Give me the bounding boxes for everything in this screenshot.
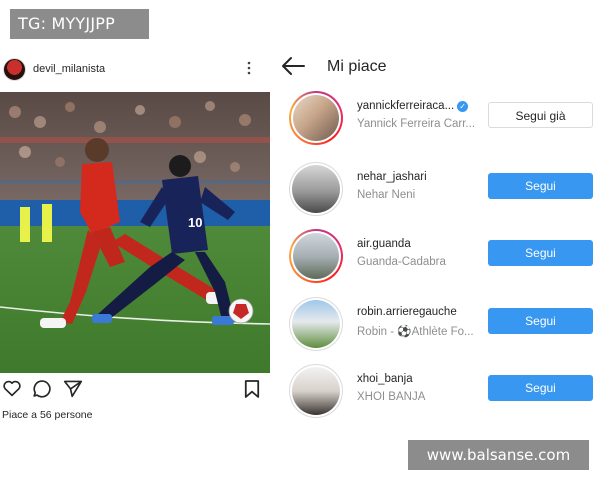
full-name: Nehar Neni (357, 189, 416, 201)
back-arrow-icon[interactable] (280, 56, 306, 81)
username[interactable]: air.guanda (357, 238, 411, 250)
verified-badge-icon: ✓ (457, 101, 469, 112)
list-item[interactable]: nehar_jashari Nehar Neni Segui (276, 162, 600, 222)
post-username[interactable]: devil_milanista (33, 63, 105, 75)
share-icon[interactable] (63, 379, 83, 403)
following-button[interactable]: Segui già (488, 102, 593, 128)
heart-icon[interactable] (2, 379, 22, 402)
full-name: XHOI BANJA (357, 391, 426, 403)
full-name: Robin - ⚽Athlète Fo... (357, 326, 474, 338)
comment-icon[interactable] (32, 379, 52, 403)
username[interactable]: nehar_jashari (357, 171, 427, 183)
avatar[interactable] (3, 58, 26, 81)
follow-button[interactable]: Segui (488, 308, 593, 334)
follow-button[interactable]: Segui (488, 240, 593, 266)
username[interactable]: xhoi_banja (357, 373, 413, 385)
svg-text:10: 10 (188, 215, 202, 230)
bookmark-icon[interactable] (244, 379, 260, 404)
avatar[interactable] (289, 297, 343, 351)
username[interactable]: yannickferreiraca... ✓ (357, 100, 469, 112)
full-name: Yannick Ferreira Carr... (357, 118, 476, 130)
post-header: devil_milanista (0, 52, 270, 90)
avatar[interactable] (289, 162, 343, 216)
post-actions (0, 377, 270, 403)
page-title: Mi piace (327, 58, 387, 75)
list-item[interactable]: air.guanda Guanda-Cadabra Segui (276, 229, 600, 289)
likes-panel: Mi piace yannickferreiraca... ✓ Yannick F… (276, 52, 600, 432)
list-item[interactable]: xhoi_banja XHOI BANJA Segui (276, 364, 600, 424)
follow-button[interactable]: Segui (488, 173, 593, 199)
avatar[interactable] (289, 229, 343, 283)
more-vertical-icon[interactable] (247, 61, 251, 77)
follow-button[interactable]: Segui (488, 375, 593, 401)
watermark-bottom: www.balsanse.com (408, 440, 589, 470)
list-item[interactable]: robin.arrieregauche Robin - ⚽Athlète Fo.… (276, 297, 600, 357)
list-item[interactable]: yannickferreiraca... ✓ Yannick Ferreira C… (276, 91, 600, 151)
avatar[interactable] (289, 364, 343, 418)
username[interactable]: robin.arrieregauche (357, 306, 457, 318)
likes-count[interactable]: Piace a 56 persone (2, 409, 92, 421)
avatar[interactable] (289, 91, 343, 145)
watermark-top: TG: MYYJJPP (10, 9, 149, 39)
likes-header: Mi piace (276, 52, 600, 84)
full-name: Guanda-Cadabra (357, 256, 446, 268)
post-photo[interactable]: 10 (0, 92, 270, 373)
instagram-post: devil_milanista 10 Piace a 56 persone (0, 52, 270, 480)
